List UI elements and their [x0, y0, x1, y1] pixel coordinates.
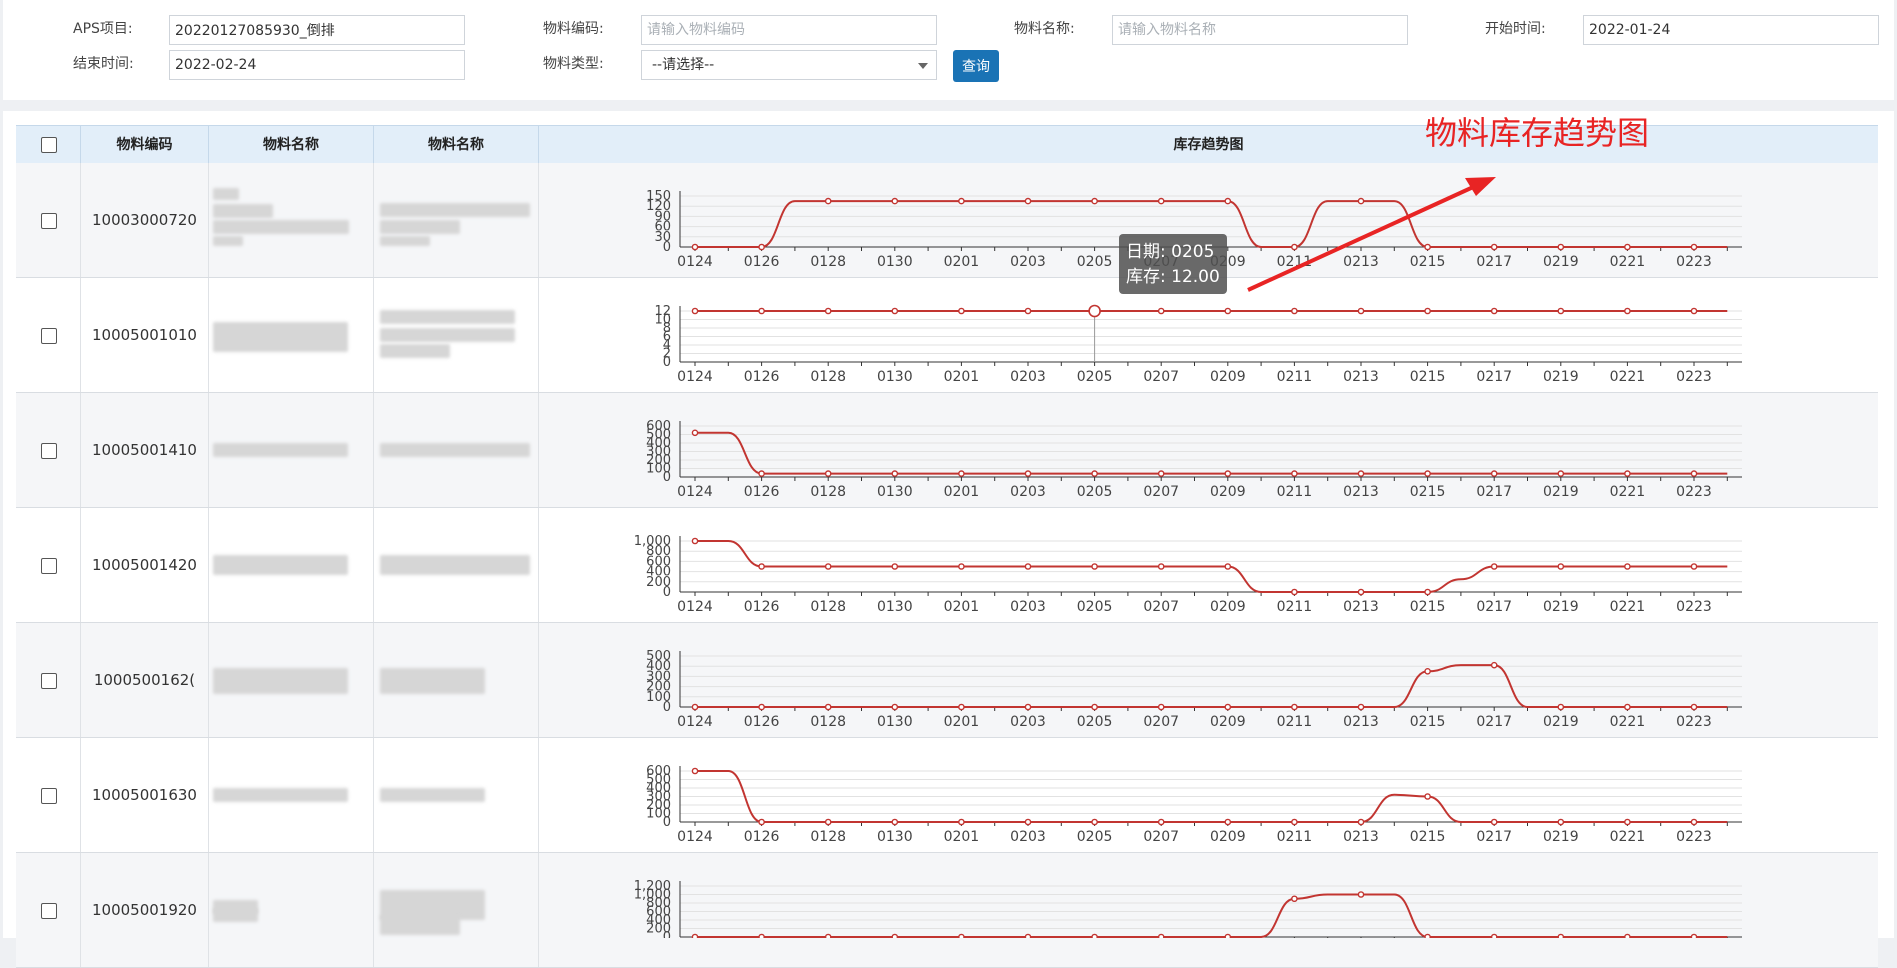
row-code-cell: 1000500162(	[81, 623, 209, 737]
filter-panel: APS项目: 物料编码: 物料名称: 开始时间: 结束时间: 物料类型: --请…	[3, 0, 1894, 100]
redacted-name	[380, 203, 530, 217]
redacted-name	[213, 220, 349, 234]
redacted-name	[380, 328, 515, 342]
header-name-2: 物料名称	[374, 126, 539, 164]
header-code: 物料编码	[81, 126, 209, 164]
row-code-cell: 10003000720	[81, 163, 209, 277]
row-checkbox-cell	[16, 853, 81, 967]
redacted-name	[213, 188, 239, 200]
row-checkbox-cell	[16, 738, 81, 852]
redacted-name	[380, 220, 460, 234]
chevron-down-icon	[918, 63, 928, 69]
tooltip-date: 日期: 0205	[1126, 242, 1215, 262]
material-code: 10005001630	[92, 786, 197, 804]
row-checkbox[interactable]	[41, 443, 57, 459]
row-code-cell: 10005001010	[81, 278, 209, 392]
redacted-name	[380, 668, 485, 694]
redacted-name	[213, 555, 348, 575]
redacted-name	[213, 236, 243, 246]
material-code: 1000500162(	[93, 671, 196, 689]
material-code: 10005001420	[92, 556, 197, 574]
redacted-name	[213, 204, 273, 218]
select-all-checkbox[interactable]	[41, 137, 57, 153]
redacted-name	[213, 322, 348, 352]
row-code-cell: 10005001920	[81, 853, 209, 967]
row-code-cell: 10005001420	[81, 508, 209, 622]
name-search-input[interactable]	[1112, 15, 1408, 45]
start-label: 开始时间:	[1485, 21, 1546, 37]
aps-project-field[interactable]	[169, 15, 465, 45]
type-label: 物料类型:	[543, 56, 604, 72]
code-label: 物料编码:	[543, 21, 604, 37]
material-code: 10005001410	[92, 441, 197, 459]
redacted-name	[380, 555, 530, 575]
redacted-name	[213, 668, 348, 694]
header-trend: 库存趋势图	[1173, 137, 1244, 153]
start-date-field[interactable]	[1583, 15, 1879, 45]
query-button[interactable]: 查询	[953, 50, 999, 82]
material-type-select[interactable]: --请选择--	[641, 50, 937, 80]
row-checkbox-cell	[16, 163, 81, 277]
redacted-name	[380, 344, 450, 358]
row-checkbox-cell	[16, 508, 81, 622]
row-checkbox-cell	[16, 393, 81, 507]
code-search-input[interactable]	[641, 15, 937, 45]
end-label: 结束时间:	[73, 56, 134, 72]
row-checkbox[interactable]	[41, 788, 57, 804]
chart-tooltip: 日期: 0205 库存: 12.00	[1119, 234, 1227, 294]
row-code-cell: 10005001410	[81, 393, 209, 507]
material-code: 10005001010	[92, 326, 197, 344]
aps-label: APS项目:	[73, 21, 133, 37]
row-code-cell: 10005001630	[81, 738, 209, 852]
header-name: 物料名称	[209, 126, 374, 164]
row-checkbox[interactable]	[41, 328, 57, 344]
redacted-name	[380, 443, 530, 457]
row-checkbox-cell	[16, 623, 81, 737]
redacted-name	[213, 908, 258, 922]
redacted-name	[213, 788, 348, 802]
material-type-value: --请选择--	[652, 57, 715, 73]
row-checkbox[interactable]	[41, 903, 57, 919]
redacted-name	[380, 788, 485, 802]
row-checkbox[interactable]	[41, 558, 57, 574]
row-checkbox-cell	[16, 278, 81, 392]
material-code: 10005001920	[92, 901, 197, 919]
end-date-field[interactable]	[169, 50, 465, 80]
redacted-name	[380, 236, 430, 246]
material-code: 10003000720	[92, 211, 197, 229]
redacted-name	[380, 310, 515, 324]
redacted-name	[213, 443, 348, 457]
row-checkbox[interactable]	[41, 213, 57, 229]
annotation-label: 物料库存趋势图	[1425, 114, 1650, 152]
header-checkbox-cell	[16, 126, 81, 164]
name-label: 物料名称:	[1014, 21, 1075, 37]
row-checkbox[interactable]	[41, 673, 57, 689]
table-row: 10005001920	[16, 853, 1878, 968]
redacted-name	[380, 915, 460, 935]
tooltip-stock: 库存: 12.00	[1126, 267, 1220, 287]
